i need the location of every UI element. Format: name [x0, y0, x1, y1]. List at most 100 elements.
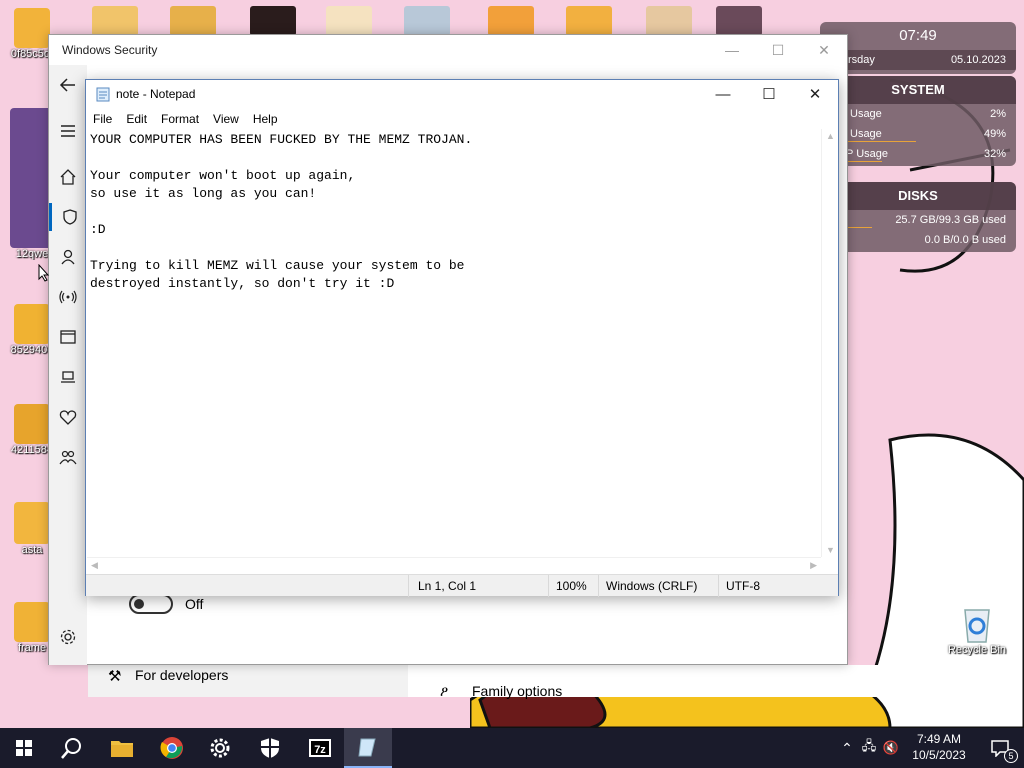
scroll-right-arrow[interactable]: ▶: [810, 560, 817, 571]
disk-row-value: 25.7 GB/99.3 GB used: [895, 214, 1006, 226]
settings-button[interactable]: [196, 728, 244, 768]
system-widget: SYSTEM Usage 2% Usage 49% P Usage 32%: [820, 76, 1016, 166]
notepad-taskbar-button[interactable]: [344, 728, 392, 768]
disk-row: 0.0 B/0.0 B used: [820, 230, 1016, 250]
toggle-switch[interactable]: [129, 594, 173, 614]
text-editor-area[interactable]: YOUR COMPUTER HAS BEEN FUCKED BY THE MEM…: [88, 129, 822, 557]
desktop-icon-image: [14, 8, 50, 48]
notepad-icon: [358, 738, 376, 757]
windows-security-button[interactable]: [246, 728, 294, 768]
scroll-down-arrow[interactable]: ▼: [826, 545, 835, 555]
desktop-thumb[interactable]: [646, 6, 692, 36]
menu-edit[interactable]: Edit: [119, 110, 154, 128]
recycle-bin[interactable]: Recycle Bin: [944, 604, 1010, 656]
network-icon[interactable]: 🖧: [858, 737, 880, 759]
desktop-icon-image: [14, 502, 50, 544]
maximize-button[interactable]: ☐: [755, 35, 801, 65]
clock-widget: 07:49 rsday 05.10.2023: [820, 22, 1016, 74]
system-row-label: Usage: [850, 108, 882, 120]
status-separator: [408, 575, 409, 597]
account-icon[interactable]: [49, 243, 87, 271]
system-row-value: 2%: [990, 108, 1006, 120]
app-browser-icon[interactable]: [49, 323, 87, 351]
widget-date-row: rsday 05.10.2023: [820, 50, 1016, 70]
maximize-button[interactable]: ☐: [746, 80, 792, 108]
start-button[interactable]: [0, 728, 48, 768]
notification-center-button[interactable]: 5: [976, 728, 1024, 768]
folder-icon: [111, 741, 133, 757]
7zip-button[interactable]: 7z: [296, 728, 344, 768]
widget-day: rsday: [848, 54, 875, 66]
notepad-window: note - Notepad — ☐ ✕ File Edit Format Vi…: [85, 79, 839, 597]
desktop-thumb[interactable]: [326, 6, 372, 36]
menu-help[interactable]: Help: [246, 110, 285, 128]
scroll-up-arrow[interactable]: ▲: [826, 131, 835, 141]
family-options-link[interactable]: Family options: [472, 683, 562, 699]
horizontal-scrollbar[interactable]: ◀ ▶: [87, 557, 821, 573]
close-button[interactable]: ✕: [801, 35, 847, 65]
taskbar: 7z ⌃ 🖧 🔇 7:49 AM 10/5/2023 5: [0, 728, 1024, 768]
shield-icon[interactable]: [49, 203, 87, 231]
desktop-thumb[interactable]: [488, 6, 534, 36]
desktop-thumb[interactable]: [716, 6, 762, 36]
minimize-button[interactable]: —: [709, 35, 755, 65]
disks-widget: DISKS 25.7 GB/99.3 GB used 0.0 B/0.0 B u…: [820, 182, 1016, 252]
family-icon[interactable]: [49, 443, 87, 471]
desktop: 0f85c5df 12qwe 852940e 4211584 asta fram…: [0, 0, 1024, 728]
home-icon[interactable]: [49, 163, 87, 191]
desktop-thumb[interactable]: [92, 6, 138, 36]
disk-row-value: 0.0 B/0.0 B used: [924, 234, 1006, 246]
security-title: Windows Security: [62, 43, 158, 57]
desktop-icon-image: [14, 602, 50, 642]
chevron-up-icon[interactable]: ⌃: [836, 740, 858, 757]
wrench-icon: ⚒: [108, 668, 122, 685]
windows-logo-icon: [16, 740, 32, 756]
menu-format[interactable]: Format: [154, 110, 206, 128]
status-bar: Ln 1, Col 1 100% Windows (CRLF) UTF-8: [86, 574, 838, 597]
health-icon[interactable]: [49, 403, 87, 431]
taskbar-time: 7:49 AM: [916, 732, 962, 746]
status-line-ending: Windows (CRLF): [606, 579, 698, 593]
status-encoding: UTF-8: [726, 579, 760, 593]
clock-area[interactable]: 7:49 AM 10/5/2023: [908, 731, 970, 763]
menu-file[interactable]: File: [86, 110, 119, 128]
system-widget-title: SYSTEM: [820, 76, 1016, 104]
desktop-thumb[interactable]: [250, 6, 296, 36]
recycle-bin-label: Recycle Bin: [947, 644, 1007, 656]
security-title-bar: Windows Security — ☐ ✕: [49, 35, 847, 65]
settings-gear-icon[interactable]: [49, 623, 87, 651]
mouse-cursor-icon: [38, 264, 50, 282]
gear-icon: [210, 738, 230, 758]
for-developers-link[interactable]: For developers: [135, 667, 228, 683]
disks-widget-title: DISKS: [820, 182, 1016, 210]
svg-text:7z: 7z: [314, 744, 326, 756]
close-button[interactable]: ✕: [792, 80, 838, 108]
background-window-bottom: ⚒ For developers ዖ Family options: [88, 665, 888, 699]
family-icon: ዖ: [440, 683, 449, 699]
back-arrow-icon[interactable]: [49, 71, 87, 99]
notepad-app-icon: [96, 87, 110, 102]
system-row: Usage 49%: [820, 124, 1016, 144]
network-icon[interactable]: [49, 283, 87, 311]
desktop-thumb[interactable]: [404, 6, 450, 36]
scroll-left-arrow[interactable]: ◀: [91, 560, 98, 571]
device-security-icon[interactable]: [49, 363, 87, 391]
desktop-thumb[interactable]: [566, 6, 612, 36]
file-explorer-button[interactable]: [98, 728, 146, 768]
status-separator: [548, 575, 549, 597]
vertical-scrollbar[interactable]: ▲ ▼: [821, 129, 837, 557]
volume-muted-icon[interactable]: 🔇: [880, 740, 902, 756]
security-sidebar: [49, 65, 87, 665]
search-button[interactable]: [48, 728, 96, 768]
notepad-title-bar: note - Notepad — ☐ ✕: [86, 80, 838, 108]
desktop-thumb[interactable]: [170, 6, 216, 36]
menu-view[interactable]: View: [206, 110, 246, 128]
system-row-value: 49%: [983, 128, 1006, 140]
toggle-label: Off: [185, 596, 204, 612]
chrome-button[interactable]: [148, 728, 196, 768]
minimize-button[interactable]: —: [700, 80, 746, 108]
hamburger-menu-icon[interactable]: [49, 117, 87, 145]
notification-badge: 5: [1004, 749, 1018, 763]
system-row: Usage 2%: [820, 104, 1016, 124]
search-icon: [61, 738, 81, 759]
